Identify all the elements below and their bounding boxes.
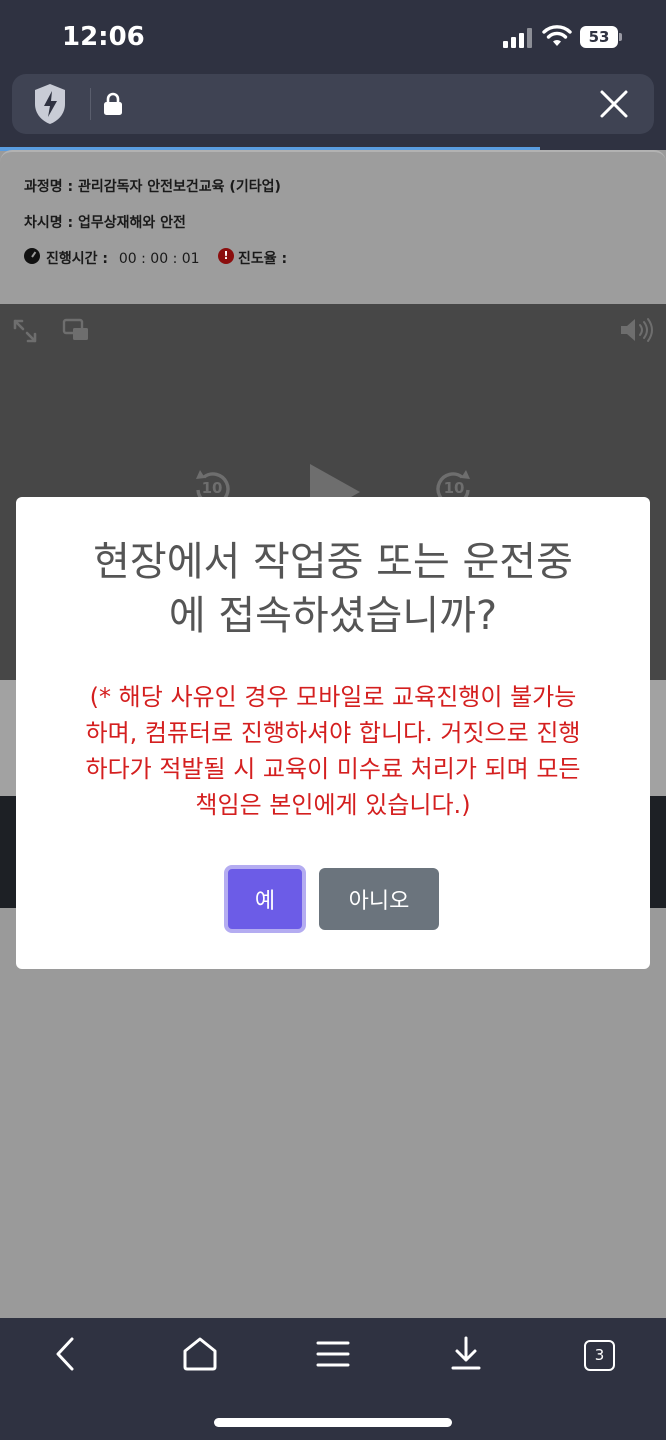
download-icon[interactable]: [446, 1334, 486, 1374]
course-label: 과정명 :: [24, 179, 74, 195]
fullscreen-expand-icon[interactable]: [12, 318, 38, 344]
progress-rate-label: 진도율 :: [238, 251, 288, 267]
dialog-warning-line-4: 책임은 본인에게 있습니다.): [195, 791, 471, 819]
address-bar[interactable]: [12, 74, 654, 134]
course-info-panel: 과정명 : 관리감독자 안전보건교육 (기타업) 차시명 : 업무상재해와 안전…: [0, 150, 666, 304]
confirm-dialog: 현장에서 작업중 또는 운전중 에 접속하셨습니까? (* 해당 사유인 경우 …: [16, 497, 650, 969]
session-name-line: 차시명 : 업무상재해와 안전: [24, 212, 186, 232]
alert-icon: !: [218, 248, 234, 264]
elapsed-value: 00 : 00 : 01: [118, 251, 200, 267]
cellular-signal-icon: [503, 28, 533, 48]
dialog-title: 현장에서 작업중 또는 운전중 에 접속하셨습니까?: [36, 535, 630, 643]
dialog-title-line-2: 에 접속하셨습니까?: [168, 593, 498, 639]
course-name-line: 과정명 : 관리감독자 안전보건교육 (기타업): [24, 176, 281, 196]
back-icon[interactable]: [46, 1334, 86, 1374]
volume-icon[interactable]: [618, 316, 654, 344]
address-divider: [90, 88, 91, 120]
home-icon[interactable]: [180, 1334, 220, 1374]
elapsed-time-line: 진행시간 : 00 : 00 : 01: [46, 248, 200, 268]
picture-in-picture-icon[interactable]: [62, 318, 90, 342]
browser-bottom-toolbar: 3: [0, 1318, 666, 1440]
rewind-seconds-label: 10: [201, 479, 223, 497]
yes-button[interactable]: 예: [224, 865, 306, 933]
course-name: 관리감독자 안전보건교육 (기타업): [78, 179, 281, 195]
browser-top-bar: 12:06 53: [0, 0, 666, 151]
dialog-title-line-1: 현장에서 작업중 또는 운전중: [93, 539, 573, 585]
menu-icon[interactable]: [313, 1334, 353, 1374]
elapsed-label: 진행시간 :: [46, 251, 108, 267]
lock-icon: [104, 92, 122, 115]
shield-bolt-icon[interactable]: [32, 82, 68, 126]
forward-seconds-label: 10: [443, 479, 465, 497]
session-label: 차시명 :: [24, 215, 74, 231]
session-name: 업무상재해와 안전: [78, 215, 186, 231]
dialog-warning-line-2: 하며, 컴퓨터로 진행하셔야 합니다. 거짓으로 진행: [85, 719, 581, 747]
close-icon[interactable]: [598, 88, 630, 120]
tabs-button[interactable]: 3: [584, 1340, 615, 1371]
dialog-warning: (* 해당 사유인 경우 모바일로 교육진행이 불가능 하며, 컴퓨터로 진행하…: [36, 679, 630, 823]
home-indicator[interactable]: [214, 1418, 452, 1427]
wifi-icon: [542, 25, 572, 46]
dialog-warning-line-1: (* 해당 사유인 경우 모바일로 교육진행이 불가능: [89, 683, 577, 711]
no-button[interactable]: 아니오: [319, 868, 439, 930]
clock-icon: [24, 248, 40, 264]
battery-icon: 53: [580, 26, 622, 48]
status-time: 12:06: [62, 22, 145, 52]
dialog-warning-line-3: 하다가 적발될 시 교육이 미수료 처리가 되며 모든: [85, 755, 581, 783]
battery-level: 53: [580, 26, 618, 48]
